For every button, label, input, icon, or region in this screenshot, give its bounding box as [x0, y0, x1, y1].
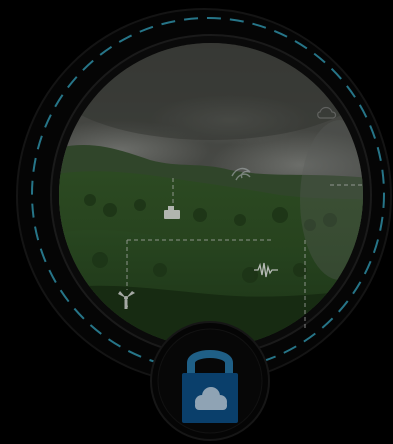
lock-button[interactable]: [179, 343, 241, 425]
lock-icon: [182, 350, 238, 423]
lens-viewer: [0, 0, 393, 444]
